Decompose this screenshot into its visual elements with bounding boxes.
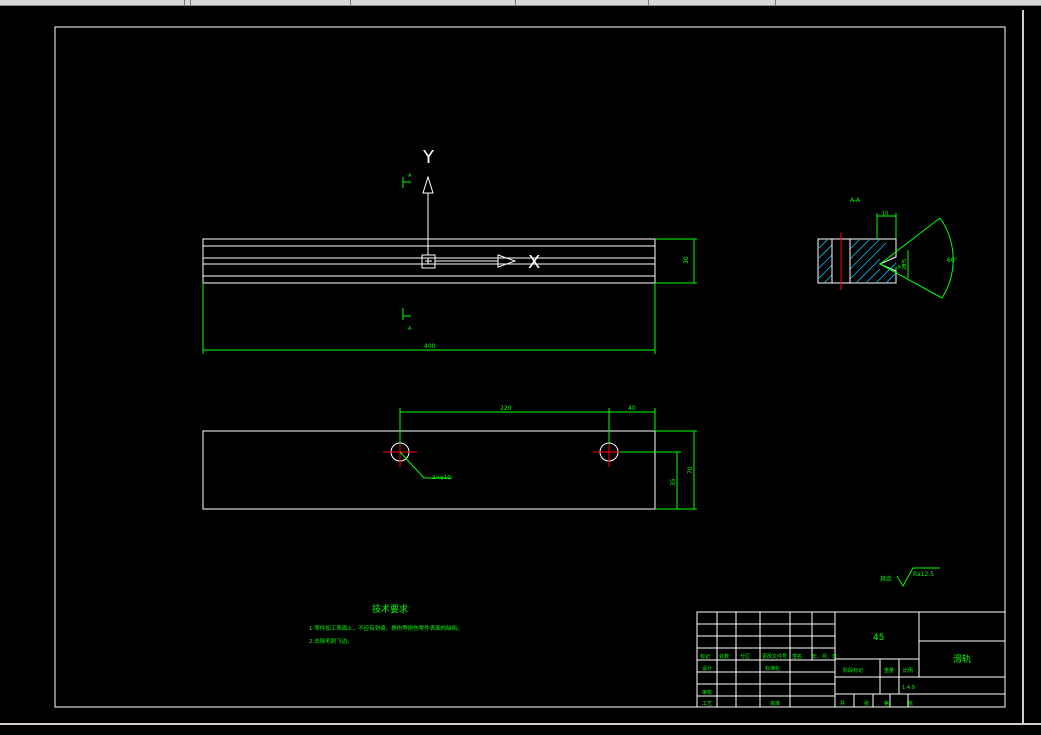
height-dimension-text: 30 [683, 256, 690, 264]
front-view: 220 40 2×φ10 70 35 [202, 405, 697, 510]
angle-extension [879, 263, 943, 299]
ucs-icon: Y X [421, 147, 540, 273]
ucs-x-arrow [497, 254, 517, 268]
ucs-y-label: Y [422, 147, 435, 168]
tech-req-item: 1.零件加工表面上，不应有划痕、擦伤等损伤零件表面的缺陷。 [309, 624, 463, 632]
length-dimension-text: 400 [424, 343, 436, 350]
rev-header: 年、月、日 [812, 653, 837, 660]
front-view-outline [202, 430, 656, 510]
ucs-x-label: X [528, 252, 540, 273]
total-height-dimension-text: 70 [687, 466, 694, 474]
angle-extension [879, 217, 941, 265]
tech-req-title: 技术要求 [372, 603, 408, 615]
sheet-label: 张 [908, 700, 913, 707]
spacing-dimension-text: 220 [500, 405, 512, 412]
role-label: 设计 [702, 665, 712, 672]
rev-header: 更改文件号 [762, 653, 787, 660]
role-label: 工艺 [702, 701, 712, 707]
sheet-label: 共 [840, 700, 845, 707]
rev-header: 标记 [700, 653, 710, 660]
technical-requirements: 技术要求 1.零件加工表面上，不应有划痕、擦伤等损伤零件表面的缺陷。 2.去除毛… [309, 603, 463, 645]
half-height-dimension-text: 35 [670, 478, 677, 486]
angle-dimension-text: 60° [947, 257, 958, 264]
section-mark-bottom: A [408, 326, 412, 332]
roughness-symbol: 其余 Ra12.5 [880, 567, 940, 587]
width-dimension-text: 10 [882, 211, 888, 217]
stage-label: 阶段标记 [843, 667, 863, 674]
rev-header: 签名 [792, 653, 802, 660]
rev-header: 处数 [719, 653, 729, 660]
roughness-label: 其余 [880, 575, 892, 583]
section-title: A-A [850, 197, 861, 204]
scale-value: 1:4.9 [902, 685, 915, 691]
roughness-value: Ra12.5 [913, 571, 934, 578]
material-text: 45 [873, 633, 884, 643]
rev-header: 分区 [740, 653, 750, 660]
section-mark-top: A [408, 173, 412, 179]
offset-dimension-text: 40 [628, 405, 636, 412]
tech-req-item: 2.去除毛刺飞边。 [309, 637, 353, 645]
role-label: 审核 [702, 689, 712, 696]
part-name-text: 滑轨 [953, 653, 971, 665]
scale-label: 比例 [903, 667, 913, 674]
ucs-y-arrow [422, 175, 434, 194]
section-view: A-A 10 60° 20.5 R4.2 [817, 197, 958, 299]
standardize-label: 标准化 [765, 665, 780, 672]
leader-line [399, 451, 425, 479]
sheet-label: 第 [884, 700, 889, 707]
weight-label: 重量 [884, 667, 894, 674]
cad-drawing: 30 400 A A Y X 220 40 2×φ10 70 35 A-A 10… [54, 26, 1006, 708]
approve-label: 批准 [770, 700, 780, 707]
drawing-frame [54, 26, 1006, 708]
sheet-label: 张 [864, 700, 869, 707]
top-view: 30 400 A A [202, 173, 697, 354]
hole-callout-text: 2×φ10 [432, 475, 451, 481]
